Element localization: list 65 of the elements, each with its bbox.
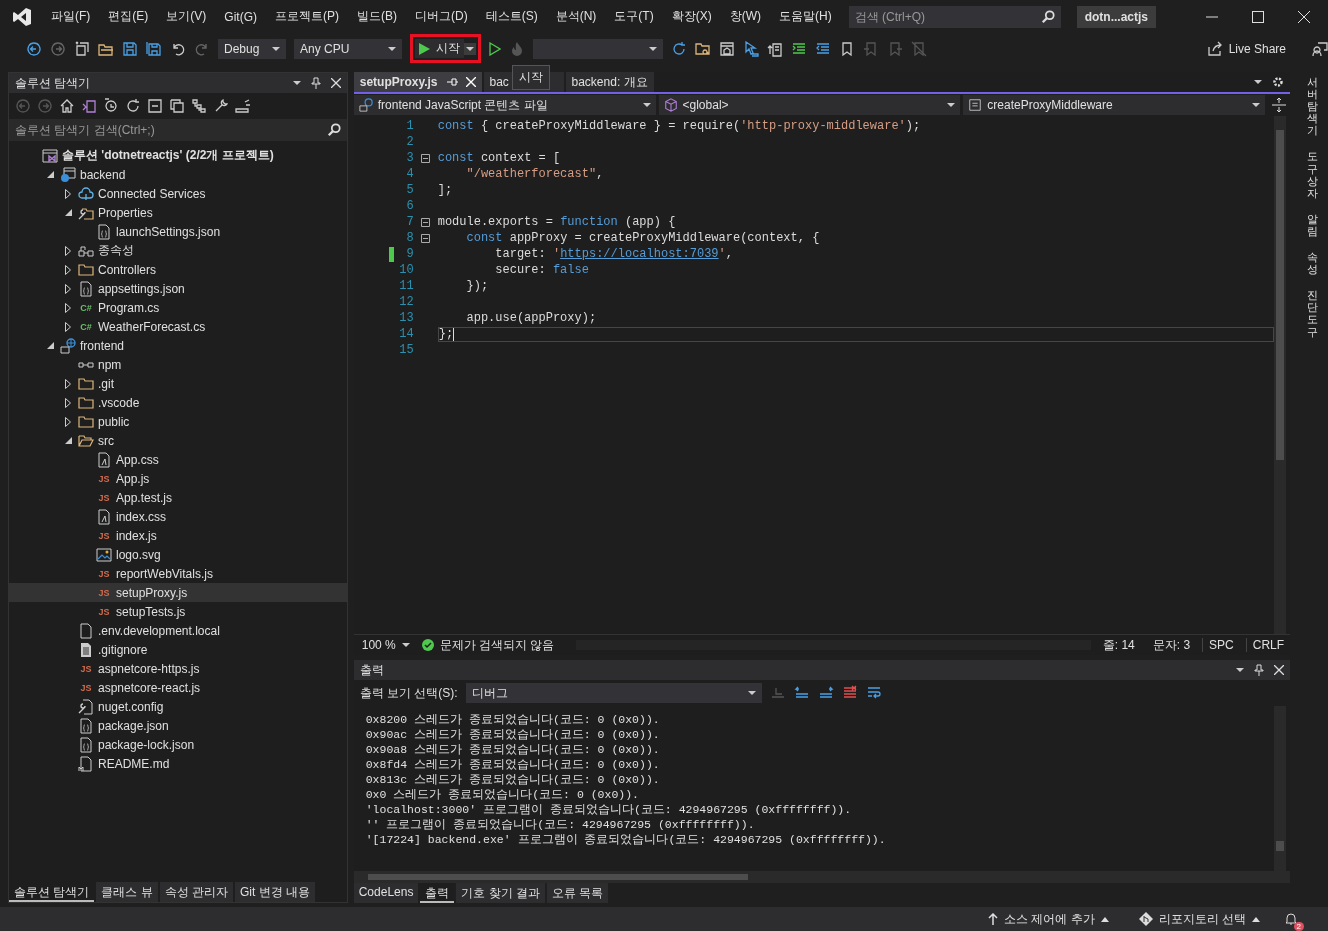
keyword: false [552,263,589,277]
tooltip: 시작 [511,65,550,90]
code-text: app.use(appProxy); [465,311,597,325]
code-text: }; [438,327,454,341]
line-number: 8 [405,231,414,245]
code-text: ]; [437,183,453,197]
string-literal: ' [552,247,561,261]
output-line: '[17224] backend.exe' 프로그램이 종료되었습니다(코드: 4294967295 (0xffffffff)). [365,832,887,847]
line-number: 14 [398,327,414,341]
line-number: 1 [405,119,414,133]
code-text: module.exports = [437,215,554,229]
code-text: (app) { [623,215,676,229]
code-text: , [596,167,604,181]
line-indicator: 줄: 14 [1101,636,1136,654]
code-text: { createProxyMiddleware } = require( [479,119,741,133]
line-number: 5 [405,183,414,197]
keyword: const [437,151,474,165]
panel-title: 출력 [359,661,384,679]
output-line: 0x90ac 스레드가 종료되었습니다(코드: 0 (0x0)). [365,727,661,742]
code-text: appProxy = createProxyMiddleware(context, { [508,231,820,245]
file-type-label: JS [98,568,110,579]
keyword: const [437,119,474,133]
line-number: 10 [398,263,414,277]
output-line: 0x8fd4 스레드가 종료되었습니다(코드: 0 (0x0)). [365,757,661,772]
notification-count: 2 [1293,922,1304,931]
keyword: function [560,215,618,229]
output-line: 'localhost:3000' 프로그램이 종료되었습니다(코드: 4294967295 (0xffffffff)). [365,802,853,817]
file-type-label: JS [80,682,92,693]
output-line: 0x0 스레드가 종료되었습니다(코드: 0 (0x0)). [365,787,641,802]
line-number: 3 [405,151,414,165]
string-literal: "/weatherforecast" [465,167,597,181]
solution-name: dotn...actjs [1076,5,1156,28]
file-type-label: C# [80,302,92,313]
file-type-label: JS [98,587,110,598]
column-indicator: 문자: 3 [1151,636,1192,654]
line-number: 2 [405,135,414,149]
file-type-label: JS [98,492,110,503]
string-literal: ' [718,247,726,261]
file-type-label: JS [98,606,110,617]
code-text: , [725,247,733,261]
line-number: 4 [405,167,414,181]
code-text: ); [905,119,921,133]
file-type-label: C# [80,321,92,332]
output-line: 0x813c 스레드가 종료되었습니다(코드: 0 (0x0)). [365,772,661,787]
output-source-label: 출력 보기 선택(S): [359,684,458,702]
line-number: 15 [398,343,414,357]
line-number: 6 [405,199,414,213]
file-type-label: JS [80,663,92,674]
code-text: }); [465,279,489,293]
line-number: 11 [398,279,414,293]
line-number: 9 [405,247,414,261]
file-type-label: JS [98,473,110,484]
file-type-label: JS [98,530,110,541]
code-text: target: [494,247,547,261]
panel-title: 솔루션 탐색기 [15,74,91,92]
line-number: 12 [398,295,414,309]
code-text: secure: [494,263,547,277]
output-line: '' 프로그램이 종료되었습니다(코드: 4294967295 (0xffffffff)). [365,817,756,832]
output-line: 0x90a8 스레드가 종료되었습니다(코드: 0 (0x0)). [365,742,661,757]
keyword: const [465,231,503,245]
line-number: 13 [398,311,414,325]
code-text: context = [ [479,151,561,165]
string-literal: 'http-proxy-middleware' [740,119,906,133]
line-number: 7 [405,215,414,229]
output-line: 0x8200 스레드가 종료되었습니다(코드: 0 (0x0)). [365,712,661,727]
